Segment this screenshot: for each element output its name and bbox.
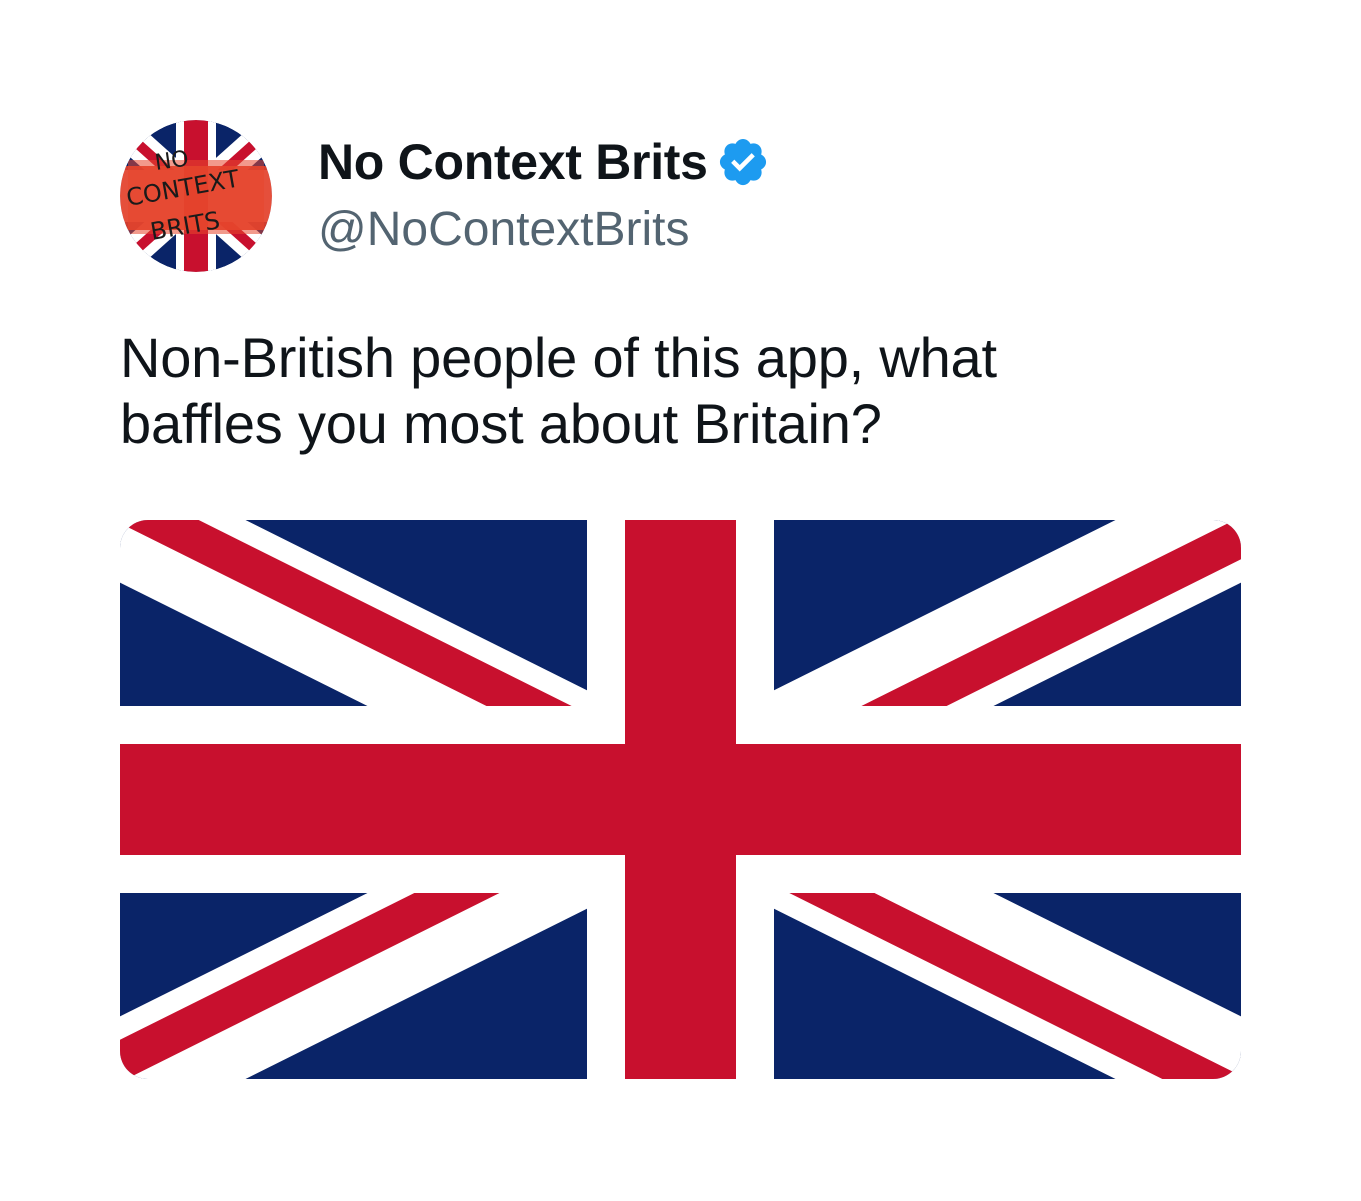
author-handle[interactable]: @NoContextBrits	[318, 200, 690, 260]
avatar-text-no: NO	[153, 146, 190, 175]
tweet-text-line-2: baffles you most about Britain?	[120, 392, 882, 455]
tweet-media-image[interactable]	[120, 520, 1241, 1079]
union-jack-flag-icon	[120, 520, 1241, 1079]
tweet-text-line-1: Non-British people of this app, what	[120, 326, 997, 389]
avatar[interactable]: NO CONTEXT BRITS	[120, 120, 272, 272]
author-name-row: No Context Brits	[318, 132, 770, 192]
tweet-card: NO CONTEXT BRITS No Context Brits @NoCon…	[0, 0, 1361, 1201]
display-name[interactable]: No Context Brits	[318, 132, 708, 192]
verified-badge-icon	[716, 135, 770, 189]
union-jack-avatar-icon: NO CONTEXT BRITS	[120, 120, 272, 272]
tweet-text: Non-British people of this app, what baf…	[120, 325, 1250, 457]
